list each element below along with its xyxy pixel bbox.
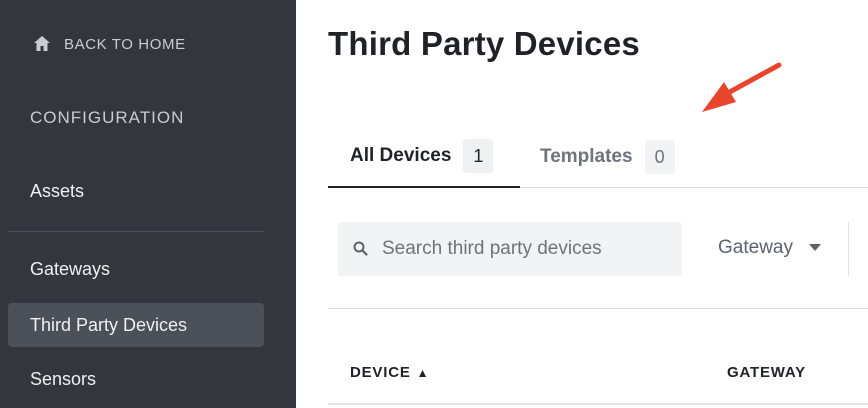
tab-count-badge: 1 [463, 139, 494, 173]
chevron-down-icon [808, 244, 821, 251]
sort-ascending-icon: ▲ [416, 366, 430, 380]
search-icon [353, 241, 368, 256]
table-header-border [328, 403, 868, 405]
sidebar-section-title: CONFIGURATION [30, 108, 185, 127]
sidebar-item-label: Sensors [30, 368, 97, 389]
column-header-label: GATEWAY [727, 364, 806, 381]
search-input[interactable] [382, 238, 662, 260]
page-title: Third Party Devices [328, 25, 640, 62]
gateway-filter-dropdown[interactable]: Gateway [718, 234, 821, 262]
sidebar-item-gateways[interactable]: Gateways [8, 247, 264, 291]
tab-count-badge: 0 [644, 140, 675, 174]
sidebar-item-third-party-devices[interactable]: Third Party Devices [8, 303, 264, 347]
tab-label: Templates [540, 146, 633, 167]
column-header-device[interactable]: DEVICE ▲ [350, 364, 429, 381]
table-top-border [328, 308, 868, 309]
sidebar: BACK TO HOME CONFIGURATION Assets Gatewa… [0, 0, 296, 408]
home-icon [34, 36, 50, 51]
back-to-home-label: BACK TO HOME [64, 35, 186, 53]
sidebar-item-label: Gateways [30, 258, 111, 279]
sidebar-item-label: Assets [30, 180, 85, 201]
column-header-gateway[interactable]: GATEWAY [727, 364, 806, 381]
sidebar-divider [8, 231, 264, 232]
toolbar-divider [848, 222, 849, 276]
back-to-home-link[interactable]: BACK TO HOME [32, 32, 186, 56]
gateway-filter-label: Gateway [718, 237, 793, 258]
sidebar-item-sensors[interactable]: Sensors [8, 357, 264, 401]
sidebar-item-assets[interactable]: Assets [8, 169, 264, 213]
tab-all-devices[interactable]: All Devices 1 [328, 126, 520, 188]
column-header-label: DEVICE [350, 364, 411, 381]
sidebar-item-label: Third Party Devices [30, 314, 188, 335]
tab-templates[interactable]: Templates 0 [540, 126, 675, 188]
tab-label: All Devices [350, 145, 452, 166]
annotation-arrow-icon [702, 62, 782, 112]
tab-bar: All Devices 1 Templates 0 [328, 126, 868, 188]
search-box [338, 222, 682, 276]
